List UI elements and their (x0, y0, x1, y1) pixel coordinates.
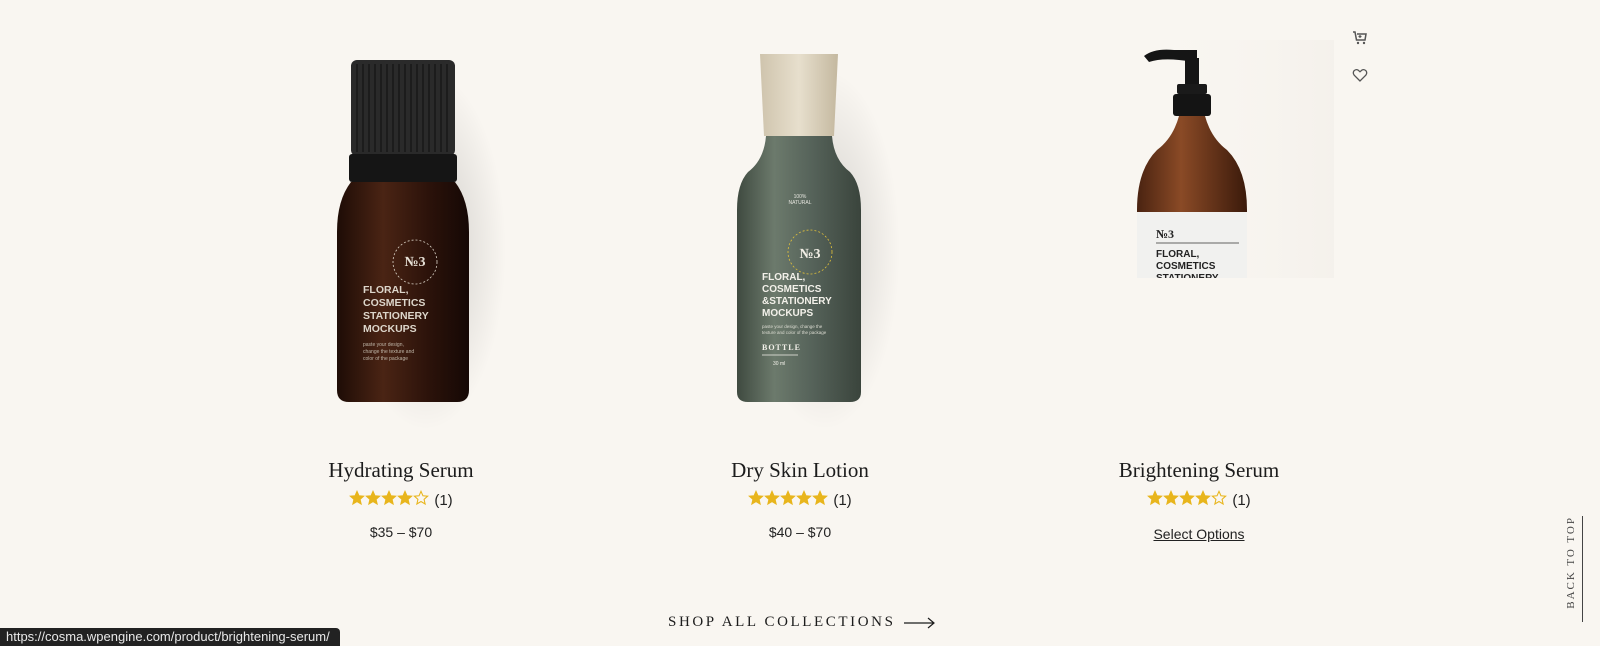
pump-bottle-image: №3 FLORAL, COSMETICS STATIONERY (1134, 40, 1334, 284)
product-image[interactable]: 100% NATURAL №3 FLORAL, COSMETICS &STATI… (650, 0, 950, 440)
cart-icon[interactable] (1350, 28, 1370, 48)
product-card-hydrating-serum[interactable]: №3 FLORAL, COSMETICS STATIONERY MOCKUPS … (251, 0, 551, 540)
svg-text:NATURAL: NATURAL (789, 200, 812, 206)
star-empty-icon (1211, 490, 1228, 506)
star-filled-icon (381, 490, 398, 506)
product-rating: (1) (1049, 490, 1349, 510)
star-filled-icon (1147, 490, 1164, 506)
star-filled-icon (397, 490, 414, 506)
product-name[interactable]: Brightening Serum (1049, 458, 1349, 483)
review-count: (1) (833, 491, 852, 509)
svg-text:STATIONERY: STATIONERY (363, 310, 429, 322)
svg-text:paste your design,: paste your design, (363, 342, 404, 348)
star-filled-icon (1195, 490, 1212, 506)
svg-text:MOCKUPS: MOCKUPS (363, 323, 417, 335)
shop-all-collections-link[interactable]: SHOP ALL COLLECTIONS (668, 614, 936, 631)
back-to-top-button[interactable]: BACK TO TOP (1562, 516, 1586, 624)
product-card-brightening-serum[interactable]: №3 FLORAL, COSMETICS STATIONERY Brighten… (1049, 0, 1349, 542)
star-rating-icons (1147, 490, 1228, 510)
product-name[interactable]: Hydrating Serum (251, 458, 551, 483)
product-image[interactable]: №3 FLORAL, COSMETICS STATIONERY MOCKUPS … (251, 0, 551, 440)
svg-text:paste your design, change the: paste your design, change the (762, 324, 823, 329)
product-card-dry-skin-lotion[interactable]: 100% NATURAL №3 FLORAL, COSMETICS &STATI… (650, 0, 950, 540)
svg-text:MOCKUPS: MOCKUPS (762, 308, 813, 319)
product-name[interactable]: Dry Skin Lotion (650, 458, 950, 483)
svg-text:FLORAL,: FLORAL, (363, 284, 409, 296)
amber-bottle-image: №3 FLORAL, COSMETICS STATIONERY MOCKUPS … (337, 60, 506, 430)
shop-all-label: SHOP ALL COLLECTIONS (668, 614, 896, 630)
star-filled-icon (812, 490, 829, 506)
star-rating-icons (349, 490, 430, 510)
product-price: $35 – $70 (369, 524, 433, 540)
review-count: (1) (1232, 491, 1251, 509)
svg-text:STATIONERY: STATIONERY (1156, 273, 1219, 284)
product-rating: (1) (251, 490, 551, 510)
svg-text:BOTTLE: BOTTLE (762, 343, 801, 352)
svg-text:&STATIONERY: &STATIONERY (762, 296, 832, 307)
product-price: $40 – $70 (768, 524, 832, 540)
product-rating: (1) (650, 490, 950, 510)
product-image[interactable]: №3 FLORAL, COSMETICS STATIONERY (1049, 0, 1349, 440)
svg-text:FLORAL,: FLORAL, (1156, 249, 1200, 260)
star-filled-icon (349, 490, 366, 506)
star-filled-icon (780, 490, 797, 506)
select-options-link[interactable]: Select Options (1049, 526, 1349, 542)
back-to-top-label: BACK TO TOP (1565, 516, 1577, 609)
star-filled-icon (1163, 490, 1180, 506)
star-filled-icon (764, 490, 781, 506)
star-empty-icon (413, 490, 430, 506)
svg-text:change the texture and: change the texture and (363, 349, 414, 355)
svg-text:FLORAL,: FLORAL, (762, 272, 806, 283)
svg-text:COSMETICS: COSMETICS (762, 284, 822, 295)
svg-text:color of the package: color of the package (363, 356, 408, 362)
svg-text:texture and color of the packa: texture and color of the package (762, 330, 827, 335)
star-filled-icon (748, 490, 765, 506)
back-to-top-line (1582, 516, 1583, 622)
svg-text:№3: №3 (799, 247, 820, 262)
star-filled-icon (365, 490, 382, 506)
svg-text:COSMETICS: COSMETICS (363, 297, 425, 309)
star-filled-icon (1179, 490, 1196, 506)
green-bottle-image: 100% NATURAL №3 FLORAL, COSMETICS &STATI… (737, 54, 900, 430)
star-rating-icons (748, 490, 829, 510)
svg-text:30 ml: 30 ml (773, 361, 785, 367)
heart-icon[interactable] (1350, 65, 1370, 85)
review-count: (1) (434, 491, 453, 509)
svg-text:№3: №3 (1156, 227, 1174, 241)
svg-text:№3: №3 (404, 255, 425, 270)
star-filled-icon (796, 490, 813, 506)
browser-status-url: https://cosma.wpengine.com/product/brigh… (0, 628, 340, 646)
arrow-right-icon (903, 617, 935, 628)
svg-text:COSMETICS: COSMETICS (1156, 261, 1216, 272)
